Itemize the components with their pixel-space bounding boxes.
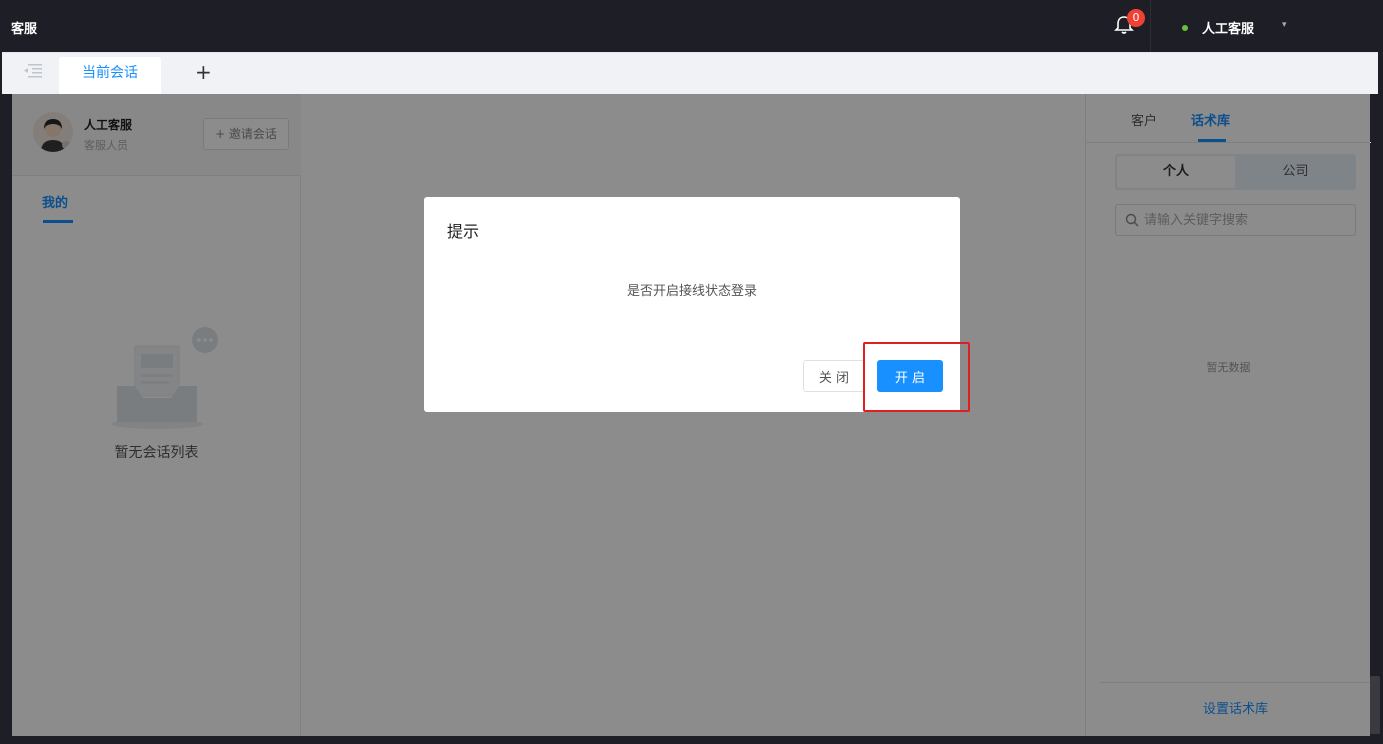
close-button[interactable]: 关 闭 (803, 360, 865, 392)
user-status-name[interactable]: 人工客服 (1202, 18, 1254, 37)
dialog-message: 是否开启接线状态登录 (626, 284, 757, 299)
menu-toggle-icon[interactable] (22, 61, 44, 81)
add-tab-button[interactable]: + (195, 60, 212, 84)
tab-current-session[interactable]: 当前会话 (59, 57, 161, 95)
topbar-divider (1150, 0, 1151, 52)
tab-bar: 当前会话 + (2, 52, 1378, 95)
online-status-dot (1182, 25, 1188, 31)
highlight-box (863, 342, 970, 412)
edge-scroll-handle[interactable] (1370, 676, 1380, 734)
top-bar: 客服 0 人工客服 ▾ (0, 0, 1383, 52)
modal-mask[interactable] (12, 94, 1370, 736)
dialog-title: 提示 (447, 222, 480, 241)
notification-badge: 0 (1127, 9, 1145, 27)
app-title: 客服 (11, 22, 38, 37)
chevron-down-icon[interactable]: ▾ (1282, 20, 1287, 30)
